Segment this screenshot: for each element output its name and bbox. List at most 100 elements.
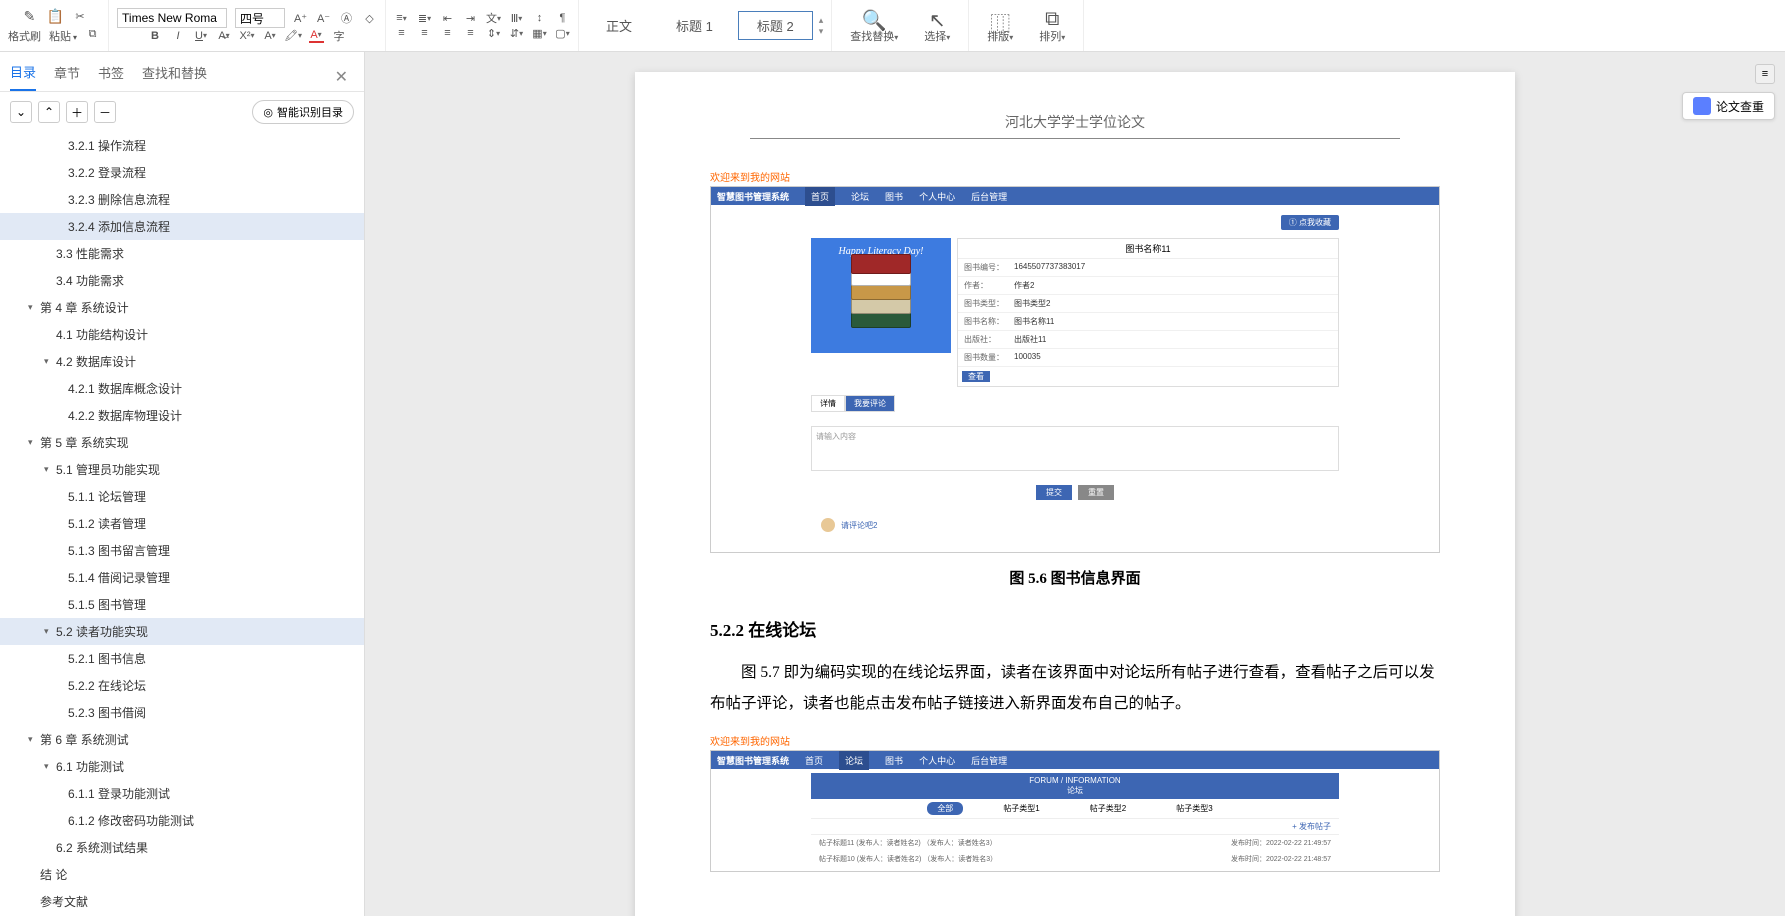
paper-check-icon: [1693, 97, 1711, 115]
outline-item[interactable]: 3.2.1 操作流程: [0, 132, 364, 159]
borders-icon[interactable]: ▢▾: [555, 26, 570, 41]
outline-item[interactable]: ▾4.2 数据库设计: [0, 348, 364, 375]
outline-item[interactable]: 4.1 功能结构设计: [0, 321, 364, 348]
outline-item[interactable]: 3.2.3 删除信息流程: [0, 186, 364, 213]
forum-head-cn: 论坛: [814, 785, 1336, 796]
outline-item[interactable]: 6.2 系统测试结果: [0, 834, 364, 861]
align-center-icon[interactable]: ≡: [417, 26, 432, 41]
outline-item[interactable]: 5.1.1 论坛管理: [0, 483, 364, 510]
outline-item[interactable]: 6.1.2 修改密码功能测试: [0, 807, 364, 834]
outline-item[interactable]: ▾5.1 管理员功能实现: [0, 456, 364, 483]
italic-icon[interactable]: I: [171, 28, 186, 43]
outline-item[interactable]: 4.2.2 数据库物理设计: [0, 402, 364, 429]
align-right-icon[interactable]: ≡: [440, 26, 455, 41]
style-h2[interactable]: 标题 2: [738, 11, 813, 40]
outline-item[interactable]: 5.1.2 读者管理: [0, 510, 364, 537]
superscript-icon[interactable]: X²▾: [240, 28, 255, 43]
copy-icon[interactable]: ⧉: [85, 27, 100, 42]
tab-bookmarks[interactable]: 书签: [98, 63, 124, 90]
clear-format-icon[interactable]: ◇: [362, 11, 377, 26]
post-row-1-left: 帖子标题11 (发布人：读者姓名2) （发布人：读者姓名3）: [819, 838, 997, 848]
shading-icon[interactable]: ▦▾: [532, 26, 547, 41]
font-size-select[interactable]: [235, 8, 285, 28]
outline-item[interactable]: ▾5.2 读者功能实现: [0, 618, 364, 645]
outline-item[interactable]: 6.1.1 登录功能测试: [0, 780, 364, 807]
outline-item[interactable]: 结 论: [0, 861, 364, 888]
outline-item[interactable]: ▾6.1 功能测试: [0, 753, 364, 780]
bullets-icon[interactable]: ≡▾: [394, 11, 409, 26]
add-icon[interactable]: ＋: [66, 101, 88, 123]
outline-item[interactable]: 5.1.5 图书管理: [0, 591, 364, 618]
phonetic-icon[interactable]: 字: [332, 28, 347, 43]
smart-outline-button[interactable]: ◎ 智能识别目录: [252, 100, 354, 124]
view-button: 查看: [962, 371, 990, 382]
show-marks-icon[interactable]: ¶: [555, 11, 570, 26]
remove-icon[interactable]: －: [94, 101, 116, 123]
layout-button[interactable]: ⿲排版▾: [977, 6, 1023, 46]
format-brush-button[interactable]: 格式刷: [8, 28, 41, 44]
outline-item[interactable]: 5.1.3 图书留言管理: [0, 537, 364, 564]
align-distribute-icon[interactable]: Ⅲ▾: [509, 11, 524, 26]
para-spacing-icon[interactable]: ⇵▾: [509, 26, 524, 41]
expand-down-icon[interactable]: ⌄: [10, 101, 32, 123]
outline-item[interactable]: 5.2.2 在线论坛: [0, 672, 364, 699]
tab-outline[interactable]: 目录: [10, 62, 36, 91]
line-spacing-icon[interactable]: ⇕▾: [486, 26, 501, 41]
collapse-up-icon[interactable]: ⌃: [38, 101, 60, 123]
align-left-icon[interactable]: ≡: [394, 26, 409, 41]
embed-nav-home: 首页: [805, 187, 835, 206]
embed-welcome-text: 欢迎来到我的网站: [710, 169, 1440, 184]
style-normal[interactable]: 正文: [587, 11, 651, 40]
outline-item[interactable]: 参考文献: [0, 888, 364, 915]
align-justify-icon[interactable]: ≡: [463, 26, 478, 41]
avatar: [821, 518, 835, 532]
text-direction-icon[interactable]: 文▾: [486, 11, 501, 26]
shrink-font-icon[interactable]: A⁻: [316, 11, 331, 26]
select-button[interactable]: ↖选择▾: [914, 6, 960, 46]
highlight-icon[interactable]: 🖍▾: [286, 28, 301, 43]
find-replace-button[interactable]: 🔍查找替换▾: [840, 6, 908, 46]
outline-item[interactable]: ▾第 6 章 系统测试: [0, 726, 364, 753]
text-effect-icon[interactable]: A▾: [263, 28, 278, 43]
paragraph-1: 图 5.7 即为编码实现的在线论坛界面，读者在该界面中对论坛所有帖子进行查看，查…: [710, 657, 1440, 719]
outline-item[interactable]: 3.4 功能需求: [0, 267, 364, 294]
change-case-icon[interactable]: Ⓐ: [339, 11, 354, 26]
outdent-icon[interactable]: ⇤: [440, 11, 455, 26]
outline-item[interactable]: 3.3 性能需求: [0, 240, 364, 267]
sort-icon[interactable]: ↕: [532, 11, 547, 26]
bold-icon[interactable]: B: [148, 28, 163, 43]
indent-icon[interactable]: ⇥: [463, 11, 478, 26]
outline-item[interactable]: 3.2.2 登录流程: [0, 159, 364, 186]
styles-more[interactable]: ▴▾: [819, 15, 824, 37]
outline-item[interactable]: ▾第 4 章 系统设计: [0, 294, 364, 321]
outline-item[interactable]: 5.2.1 图书信息: [0, 645, 364, 672]
close-icon[interactable]: ✕: [335, 67, 354, 87]
outline-item[interactable]: 5.1.4 借阅记录管理: [0, 564, 364, 591]
outline-item[interactable]: 3.2.4 添加信息流程: [0, 213, 364, 240]
style-h1[interactable]: 标题 1: [657, 11, 732, 40]
font-family-select[interactable]: [117, 8, 227, 28]
tab-chapters[interactable]: 章节: [54, 63, 80, 90]
paste-icon[interactable]: 📋: [47, 8, 65, 26]
underline-icon[interactable]: U▾: [194, 28, 209, 43]
cut-icon[interactable]: ✂: [73, 9, 88, 24]
post-row-1-right: 发布时间：2022-02-22 21:49:57: [1231, 838, 1331, 848]
font-color-icon[interactable]: A▾: [309, 28, 324, 43]
paste-button[interactable]: 粘贴▾: [49, 28, 77, 44]
numbering-icon[interactable]: ≣▾: [417, 11, 432, 26]
new-post-button: + 发布帖子: [811, 818, 1339, 835]
outline-tools: ⌄ ⌃ ＋ － ◎ 智能识别目录: [0, 92, 364, 132]
tab-find[interactable]: 查找和替换: [142, 63, 207, 90]
arrange-button[interactable]: ⧉排列▾: [1029, 6, 1075, 46]
info-field: 图书名称：图书名称11: [958, 313, 1338, 331]
grow-font-icon[interactable]: A⁺: [293, 11, 308, 26]
strike-icon[interactable]: A̶▾: [217, 28, 232, 43]
outline-item[interactable]: ▾第 5 章 系统实现: [0, 429, 364, 456]
paper-check-button[interactable]: 论文查重: [1682, 92, 1775, 120]
embed-brand: 智慧图书管理系统: [717, 190, 789, 203]
format-brush-icon[interactable]: ✎: [21, 8, 39, 26]
outline-item[interactable]: 4.2.1 数据库概念设计: [0, 375, 364, 402]
outline-item[interactable]: 5.2.3 图书借阅: [0, 699, 364, 726]
collapse-handle-icon[interactable]: ≡: [1755, 64, 1775, 84]
document-area[interactable]: 河北大学学士学位论文 欢迎来到我的网站 智慧图书管理系统 首页 论坛 图书 个人…: [365, 52, 1785, 916]
